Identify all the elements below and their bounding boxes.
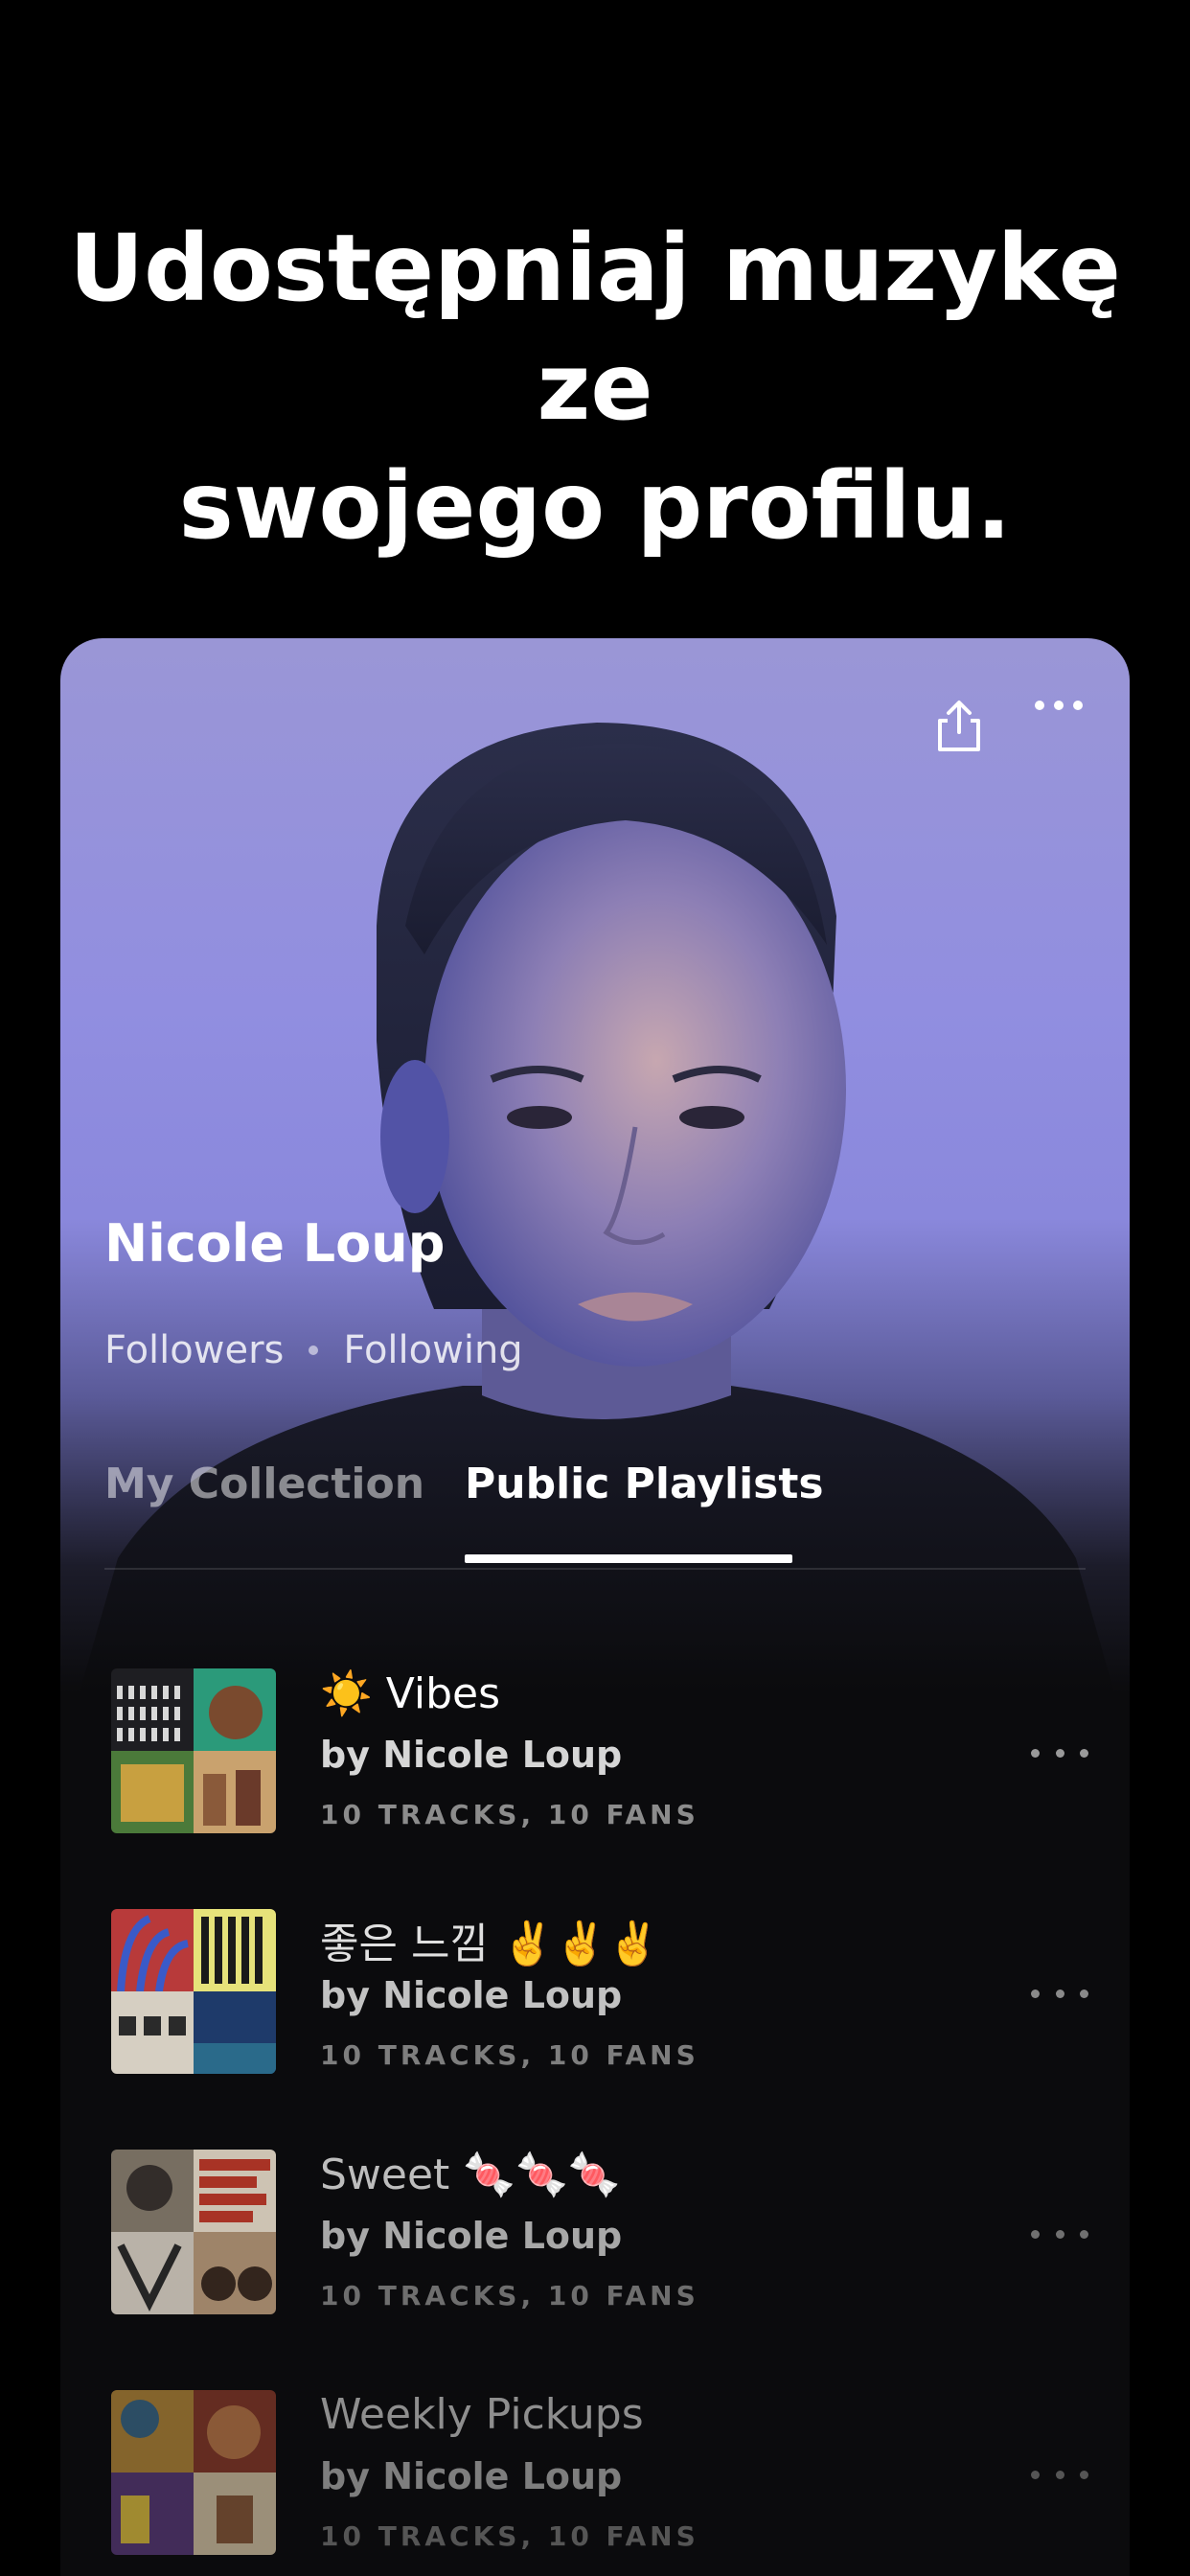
- playlist-meta: 10 TRACKS, 10 FANS: [320, 2039, 699, 2071]
- profile-stats: Followers Following: [104, 1328, 523, 1372]
- tabs-divider: [104, 1568, 1086, 1570]
- playlist-meta: 10 TRACKS, 10 FANS: [320, 2280, 699, 2312]
- playlist-cover: [111, 2150, 276, 2314]
- playlist-more-button[interactable]: [1031, 2457, 1088, 2492]
- tab-public-playlists[interactable]: Public Playlists: [465, 1460, 824, 1508]
- headline-line-1: Udostępniaj muzykę ze: [69, 215, 1121, 441]
- share-icon: [938, 701, 980, 751]
- playlist-title: ☀️ Vibes: [320, 1669, 501, 1718]
- playlist-owner: by Nicole Loup: [320, 1734, 623, 1776]
- playlist-title: 좋은 느낌 ✌️✌️✌️: [320, 1920, 660, 1968]
- headline: Udostępniaj muzykę ze swojego profilu.: [0, 209, 1190, 565]
- headline-line-2: swojego profilu.: [178, 452, 1012, 560]
- more-options-button[interactable]: [1032, 698, 1101, 767]
- playlist-meta: 10 TRACKS, 10 FANS: [320, 2520, 699, 2552]
- separator-dot: [309, 1346, 319, 1355]
- playlist-item[interactable]: Sweet 🍬🍬🍬 by Nicole Loup 10 TRACKS, 10 F…: [111, 2150, 1108, 2322]
- playlist-more-button[interactable]: [1031, 1736, 1088, 1770]
- profile-tabs: My Collection Public Playlists: [104, 1460, 1086, 1567]
- followers-link[interactable]: Followers: [104, 1328, 284, 1372]
- playlist-more-button[interactable]: [1031, 1976, 1088, 2011]
- playlist-item[interactable]: 좋은 느낌 ✌️✌️✌️ by Nicole Loup 10 TRACKS, 1…: [111, 1909, 1108, 2082]
- playlist-title: Weekly Pickups: [320, 2390, 644, 2439]
- playlist-owner: by Nicole Loup: [320, 2455, 623, 2497]
- profile-name: Nicole Loup: [104, 1213, 446, 1274]
- playlist-item[interactable]: ☀️ Vibes by Nicole Loup 10 TRACKS, 10 FA…: [111, 1668, 1108, 1841]
- playlist-owner: by Nicole Loup: [320, 1974, 623, 2016]
- playlist-more-button[interactable]: [1031, 2217, 1088, 2251]
- playlist-title: Sweet 🍬🍬🍬: [320, 2150, 621, 2199]
- tab-my-collection[interactable]: My Collection: [104, 1460, 424, 1508]
- share-button[interactable]: [932, 698, 1001, 767]
- active-tab-indicator: [465, 1554, 792, 1563]
- dot: [1031, 1748, 1040, 1758]
- following-link[interactable]: Following: [343, 1328, 522, 1372]
- playlist-cover: [111, 1668, 276, 1833]
- playlist-meta: 10 TRACKS, 10 FANS: [320, 1799, 699, 1830]
- playlist-cover: [111, 2390, 276, 2555]
- playlist-owner: by Nicole Loup: [320, 2215, 623, 2257]
- playlist-item[interactable]: Weekly Pickups by Nicole Loup 10 TRACKS,…: [111, 2390, 1108, 2563]
- playlist-cover: [111, 1909, 276, 2074]
- more-horizontal-icon: [1035, 701, 1083, 710]
